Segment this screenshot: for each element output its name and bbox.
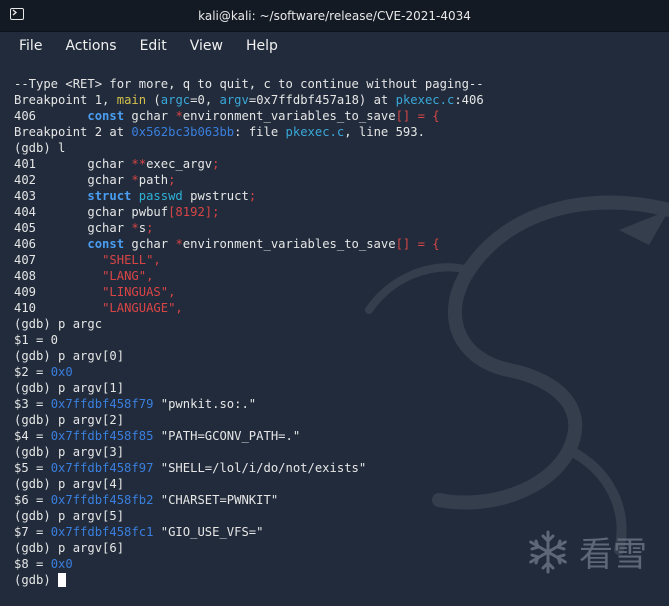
terminal-line: (gdb) p argv[3] <box>14 445 125 459</box>
title-bar[interactable]: kali@kali: ~/software/release/CVE-2021-4… <box>0 0 669 32</box>
terminal-line: 408 "LANG", <box>14 269 154 283</box>
menu-file[interactable]: File <box>8 34 53 58</box>
terminal-line: (gdb) p argv[1] <box>14 381 125 395</box>
terminal-line: (gdb) p argv[4] <box>14 477 125 491</box>
menu-edit[interactable]: Edit <box>128 34 178 58</box>
terminal-line: (gdb) l <box>14 141 66 155</box>
terminal-line: --Type <RET> for more, q to quit, c to c… <box>14 77 484 91</box>
window-title: kali@kali: ~/software/release/CVE-2021-4… <box>198 9 471 23</box>
terminal-line: 409 "LINGUAS", <box>14 285 176 299</box>
terminal-line: $5 = 0x7ffdbf458f97 "SHELL=/lol/i/do/not… <box>14 461 367 475</box>
terminal-line: $1 = 0 <box>14 333 59 347</box>
menu-help[interactable]: Help <box>234 34 289 58</box>
terminal-line: $3 = 0x7ffdbf458f79 "pwnkit.so:." <box>14 397 257 411</box>
text-cursor <box>58 573 67 587</box>
snowflake-icon <box>529 530 567 573</box>
watermark-text: 看雪 <box>579 535 647 575</box>
terminal-line: 407 "SHELL", <box>14 253 161 267</box>
terminal-line: 402 gchar *path; <box>14 173 176 187</box>
terminal-line: (gdb) p argv[2] <box>14 413 125 427</box>
menu-actions[interactable]: Actions <box>53 34 127 58</box>
watermark: 看雪 <box>525 527 647 576</box>
terminal-window: kali@kali: ~/software/release/CVE-2021-4… <box>0 0 669 606</box>
terminal-line: (gdb) p argv[0] <box>14 349 125 363</box>
terminal-line: 403 struct passwd pwstruct; <box>14 189 257 203</box>
terminal-line: 406 const gchar *environment_variables_t… <box>14 237 440 251</box>
terminal-line: $2 = 0x0 <box>14 365 73 379</box>
terminal-line: (gdb) p argv[5] <box>14 509 125 523</box>
terminal-line: 401 gchar **exec_argv; <box>14 157 220 171</box>
terminal-line: Breakpoint 1, main (argc=0, argv=0x7ffdb… <box>14 93 484 107</box>
terminal-line: $6 = 0x7ffdbf458fb2 "CHARSET=PWNKIT" <box>14 493 279 507</box>
terminal-line: 410 "LANGUAGE", <box>14 301 183 315</box>
terminal-line: (gdb) p argc <box>14 317 103 331</box>
terminal-line: 404 gchar pwbuf[8192]; <box>14 205 220 219</box>
terminal-line: $4 = 0x7ffdbf458f85 "PATH=GCONV_PATH=." <box>14 429 301 443</box>
terminal-line: Breakpoint 2 at 0x562bc3b063bb: file pke… <box>14 125 425 139</box>
terminal-line: 405 gchar *s; <box>14 221 154 235</box>
terminal-line: 406 const gchar *environment_variables_t… <box>14 109 440 123</box>
menu-view[interactable]: View <box>178 34 234 58</box>
menu-bar: File Actions Edit View Help <box>0 32 669 60</box>
